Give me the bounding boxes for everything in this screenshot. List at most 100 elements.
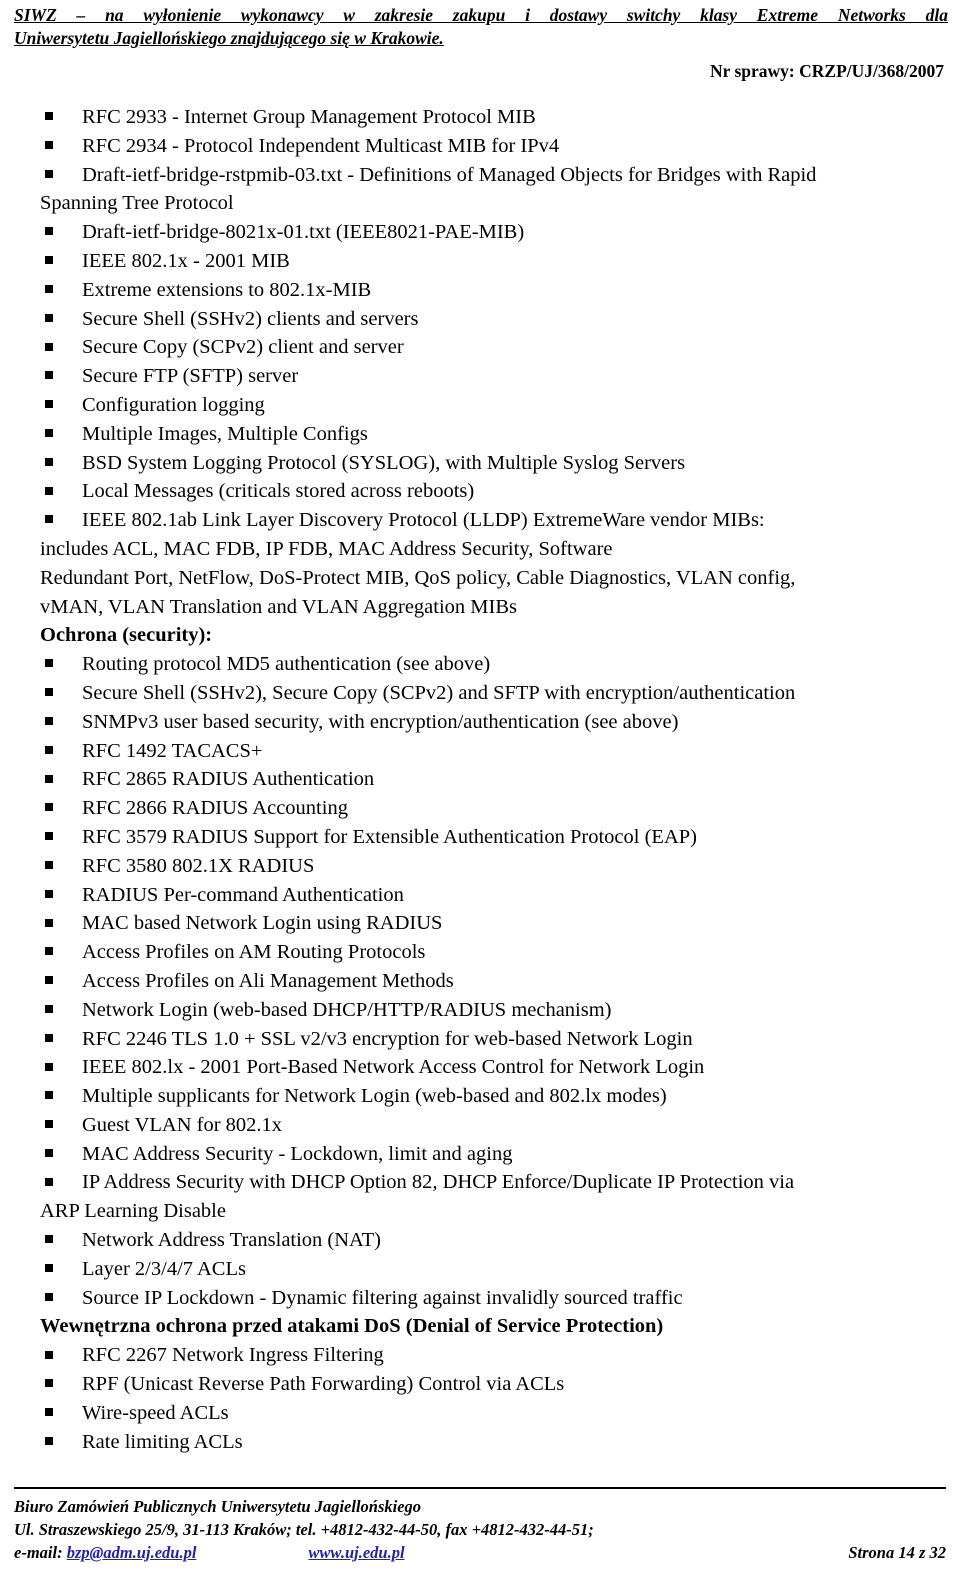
bullet-square-icon bbox=[45, 161, 61, 190]
list-item: Routing protocol MD5 authentication (see… bbox=[40, 650, 950, 679]
document-body: RFC 2933 - Internet Group Management Pro… bbox=[40, 103, 950, 1456]
bullet-square-icon bbox=[45, 1168, 61, 1197]
list-item-text: Secure Shell (SSHv2), Secure Copy (SCPv2… bbox=[82, 681, 796, 704]
list-item-text: IP Address Security with DHCP Option 82,… bbox=[82, 1171, 795, 1194]
footer-contact-row: e-mail: bzp@adm.uj.edu.pl www.uj.edu.pl … bbox=[14, 1541, 946, 1564]
list-item: RFC 2933 - Internet Group Management Pro… bbox=[40, 103, 950, 132]
bullet-square-icon bbox=[45, 362, 61, 391]
bullet-square-icon bbox=[45, 650, 61, 679]
list-item: Network Login (web-based DHCP/HTTP/RADIU… bbox=[40, 996, 950, 1025]
bullet-square-icon bbox=[45, 794, 61, 823]
bullet-square-icon bbox=[45, 823, 61, 852]
header-case-number: Nr sprawy: CRZP/UJ/368/2007 bbox=[710, 61, 944, 81]
document-page: SIWZ – na wyłonienie wykonawcy w zakresi… bbox=[0, 0, 960, 1578]
bullet-square-icon bbox=[45, 1341, 61, 1370]
list-item-text: RFC 2933 - Internet Group Management Pro… bbox=[82, 106, 536, 128]
list-item-continuation: Spanning Tree Protocol bbox=[40, 192, 234, 215]
bullet-square-icon bbox=[45, 1082, 61, 1111]
list-item: Guest VLAN for 802.1x bbox=[40, 1111, 950, 1140]
list-item: RFC 2866 RADIUS Accounting bbox=[40, 794, 950, 823]
list-item: Multiple Images, Multiple Configs bbox=[40, 420, 950, 449]
header-title-line-1: SIWZ – na wyłonienie wykonawcy w zakresi… bbox=[14, 5, 948, 25]
bullet-square-icon bbox=[45, 1399, 61, 1428]
list-item-text: Local Messages (criticals stored across … bbox=[82, 480, 475, 503]
list-item-text: RFC 2865 RADIUS Authentication bbox=[82, 768, 375, 791]
list-item-text: Secure FTP (SFTP) server bbox=[82, 365, 299, 388]
list-item-text: RFC 2934 - Protocol Independent Multicas… bbox=[82, 134, 560, 157]
list-item-text: IEEE 802.1ab Link Layer Discovery Protoc… bbox=[82, 509, 765, 532]
list-item-text: Extreme extensions to 802.1x-MIB bbox=[82, 278, 372, 301]
list-item-text: Routing protocol MD5 authentication (see… bbox=[82, 653, 491, 676]
list-item-continuation: vMAN, VLAN Translation and VLAN Aggregat… bbox=[40, 595, 518, 618]
bullet-square-icon bbox=[45, 909, 61, 938]
bullet-square-icon bbox=[45, 737, 61, 766]
list-item-text: Guest VLAN for 802.1x bbox=[82, 1113, 283, 1136]
list-item: Secure Copy (SCPv2) client and server bbox=[40, 333, 950, 362]
bullet-square-icon bbox=[45, 708, 61, 737]
list-item-text: Multiple supplicants for Network Login (… bbox=[82, 1085, 667, 1108]
list-item: Secure Shell (SSHv2), Secure Copy (SCPv2… bbox=[40, 679, 950, 708]
footer-email-link[interactable]: bzp@adm.uj.edu.pl bbox=[67, 1543, 197, 1562]
list-item-text: RPF (Unicast Reverse Path Forwarding) Co… bbox=[82, 1373, 565, 1396]
list-item: Network Address Translation (NAT) bbox=[40, 1226, 950, 1255]
bullet-square-icon bbox=[45, 679, 61, 708]
list-item: RFC 2865 RADIUS Authentication bbox=[40, 765, 950, 794]
list-item-text: RFC 2866 RADIUS Accounting bbox=[82, 797, 348, 820]
list-item: Draft-ietf-bridge-8021x-01.txt (IEEE8021… bbox=[40, 218, 950, 247]
list-item-text: IEEE 802.lx - 2001 Port-Based Network Ac… bbox=[82, 1056, 705, 1079]
bullet-square-icon bbox=[45, 1111, 61, 1140]
bullet-square-icon bbox=[45, 1370, 61, 1399]
bullet-square-icon bbox=[45, 132, 61, 161]
list-item: RFC 1492 TACACS+ bbox=[40, 737, 950, 766]
list-item-text: BSD System Logging Protocol (SYSLOG), wi… bbox=[82, 451, 686, 474]
list-item: Layer 2/3/4/7 ACLs bbox=[40, 1255, 950, 1284]
footer-website-block: www.uj.edu.pl bbox=[196, 1541, 848, 1564]
header-title-line-2: Uniwersytetu Jagiellońskiego znajdująceg… bbox=[14, 28, 444, 48]
list-item: RADIUS Per-command Authentication bbox=[40, 881, 950, 910]
list-item: RFC 3580 802.1X RADIUS bbox=[40, 852, 950, 881]
bullet-square-icon bbox=[45, 1284, 61, 1313]
list-item-text: Source IP Lockdown - Dynamic filtering a… bbox=[82, 1286, 683, 1309]
list-item-text: IEEE 802.1x - 2001 MIB bbox=[82, 249, 290, 272]
bullet-square-icon bbox=[45, 967, 61, 996]
list-item-text: Network Address Translation (NAT) bbox=[82, 1229, 381, 1252]
bullet-square-icon bbox=[45, 765, 61, 794]
list-item-text: Secure Shell (SSHv2) clients and servers bbox=[82, 307, 419, 330]
list-item: Access Profiles on AM Routing Protocols bbox=[40, 938, 950, 967]
list-item: RPF (Unicast Reverse Path Forwarding) Co… bbox=[40, 1370, 950, 1399]
list-item: Wire-speed ACLs bbox=[40, 1399, 950, 1428]
list-item-continuation: Redundant Port, NetFlow, DoS-Protect MIB… bbox=[40, 566, 796, 589]
list-item-continuation: includes ACL, MAC FDB, IP FDB, MAC Addre… bbox=[40, 537, 613, 560]
bullet-square-icon bbox=[45, 391, 61, 420]
list-item-text: Access Profiles on Ali Management Method… bbox=[82, 969, 454, 992]
list-item-text: Access Profiles on AM Routing Protocols bbox=[82, 941, 426, 964]
page-footer: Biuro Zamówień Publicznych Uniwersytetu … bbox=[14, 1487, 946, 1564]
list-item: IEEE 802.1x - 2001 MIB bbox=[40, 247, 950, 276]
list-item: Source IP Lockdown - Dynamic filtering a… bbox=[40, 1284, 950, 1313]
list-item: Secure Shell (SSHv2) clients and servers bbox=[40, 305, 950, 334]
list-item: Extreme extensions to 802.1x-MIB bbox=[40, 276, 950, 305]
list-item-text: MAC Address Security - Lockdown, limit a… bbox=[82, 1142, 513, 1165]
bullet-square-icon bbox=[45, 420, 61, 449]
bullet-square-icon bbox=[45, 477, 61, 506]
list-item: Draft-ietf-bridge-rstpmib-03.txt - Defin… bbox=[40, 161, 950, 219]
list-item: RFC 2246 TLS 1.0 + SSL v2/v3 encryption … bbox=[40, 1025, 950, 1054]
list-item-text: Network Login (web-based DHCP/HTTP/RADIU… bbox=[82, 998, 612, 1021]
list-item-text: Draft-ietf-bridge-8021x-01.txt (IEEE8021… bbox=[82, 221, 525, 244]
list-item-text: MAC based Network Login using RADIUS bbox=[82, 912, 443, 935]
list-item-text: Secure Copy (SCPv2) client and server bbox=[82, 336, 404, 359]
bullet-square-icon bbox=[45, 506, 61, 535]
list-item: RFC 2934 - Protocol Independent Multicas… bbox=[40, 132, 950, 161]
bullet-square-icon bbox=[45, 852, 61, 881]
page-header: SIWZ – na wyłonienie wykonawcy w zakresi… bbox=[14, 4, 948, 82]
bullet-square-icon bbox=[45, 881, 61, 910]
footer-email-block: e-mail: bzp@adm.uj.edu.pl bbox=[14, 1541, 196, 1564]
bullet-square-icon bbox=[45, 938, 61, 967]
bullet-square-icon bbox=[45, 247, 61, 276]
footer-website-link[interactable]: www.uj.edu.pl bbox=[308, 1543, 404, 1562]
list-item: IEEE 802.lx - 2001 Port-Based Network Ac… bbox=[40, 1053, 950, 1082]
list-item: MAC Address Security - Lockdown, limit a… bbox=[40, 1140, 950, 1169]
bullet-square-icon bbox=[45, 276, 61, 305]
bullet-square-icon bbox=[45, 1025, 61, 1054]
list-item-text: SNMPv3 user based security, with encrypt… bbox=[82, 710, 679, 733]
